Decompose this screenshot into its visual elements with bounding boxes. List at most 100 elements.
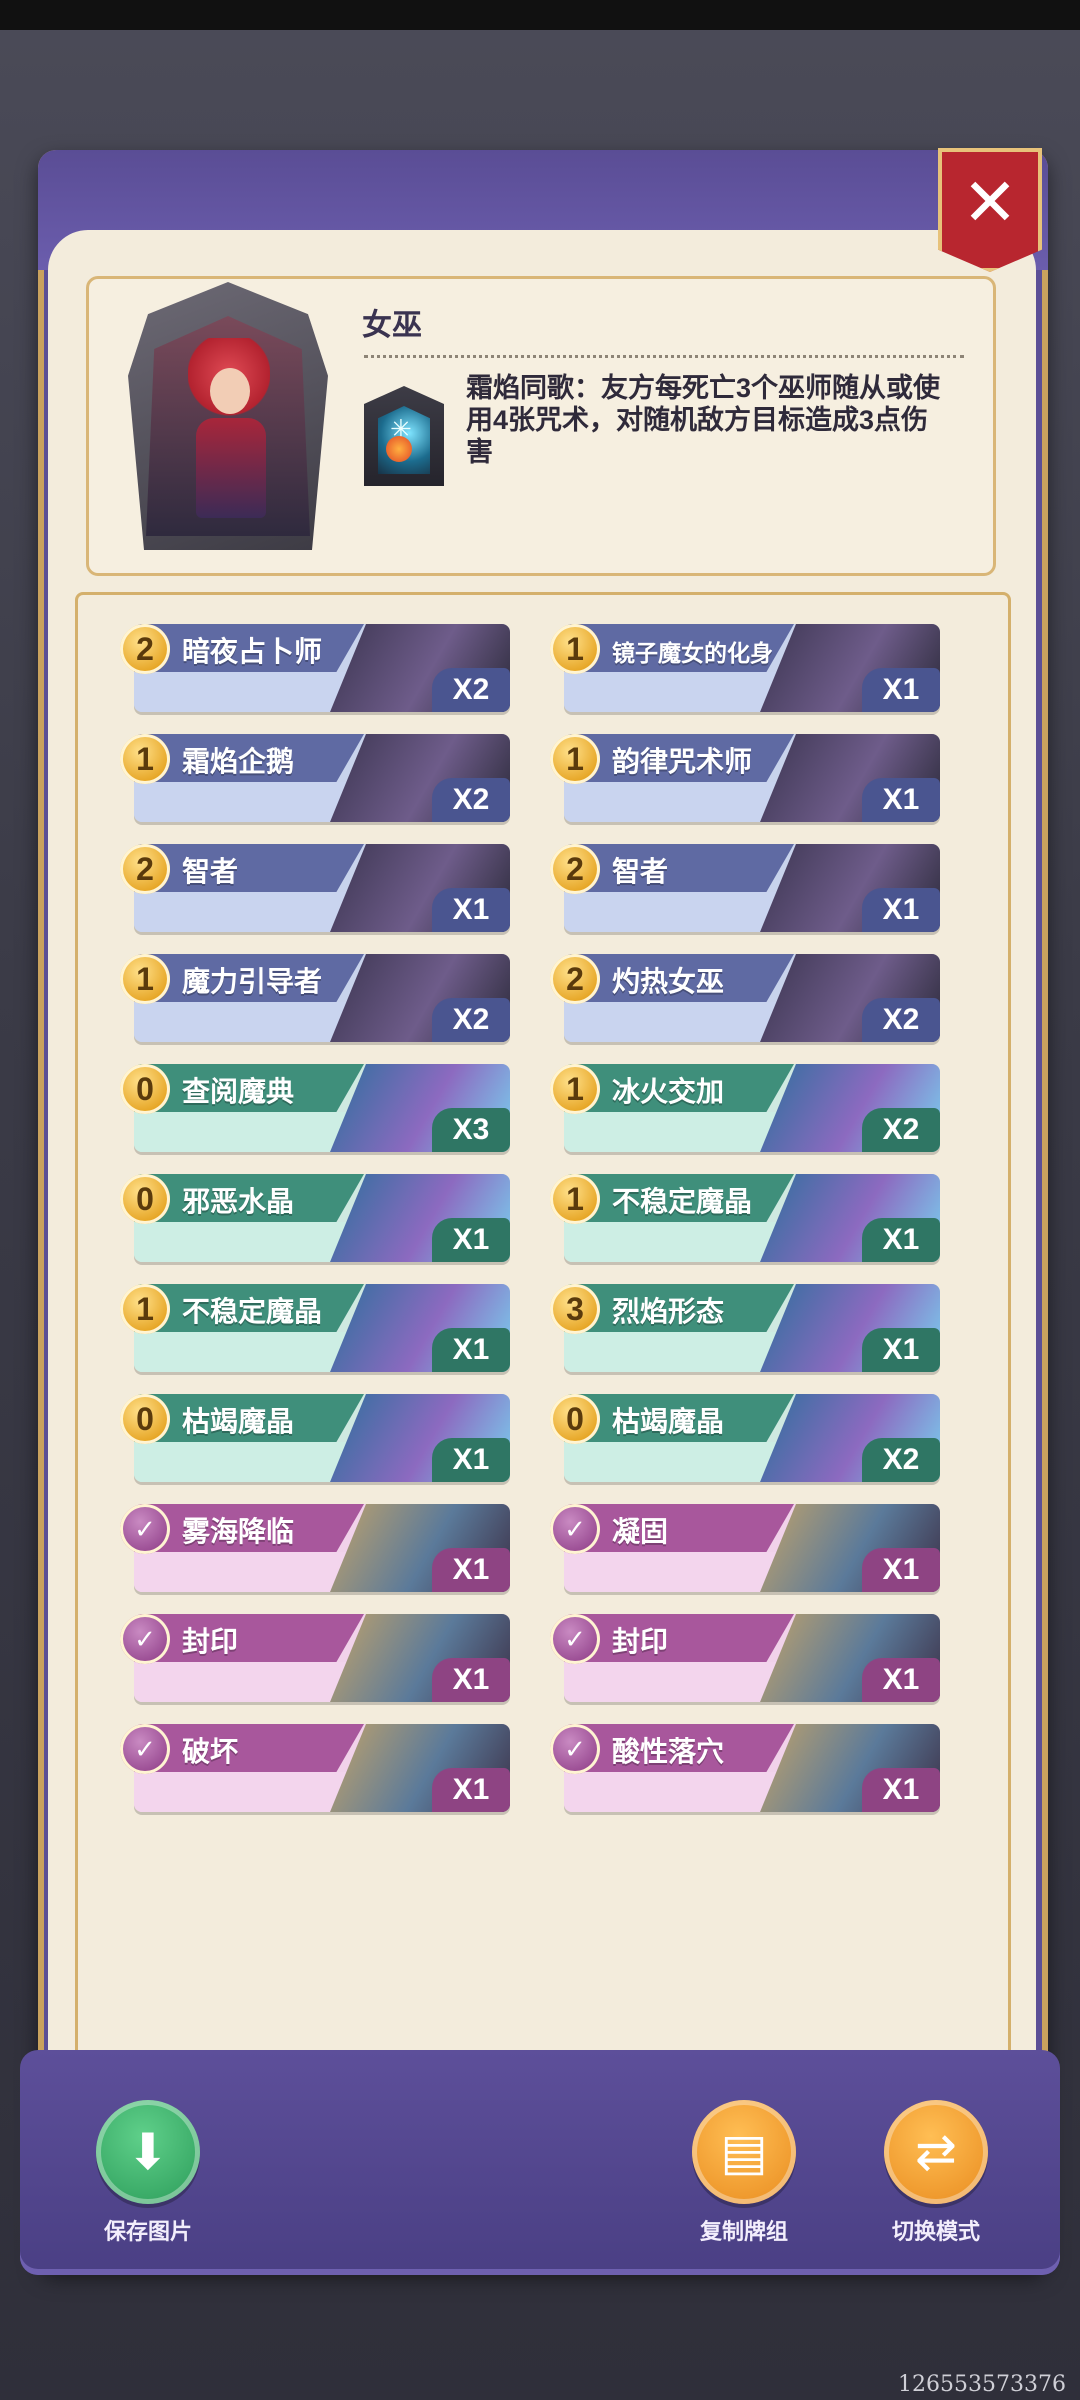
card-name: 酸性落穴 [612, 1736, 725, 1767]
deck-card[interactable]: 韵律咒术师 X1 1 [550, 732, 940, 824]
deck-card[interactable]: 封印 X1 ✓ [550, 1612, 940, 1704]
card-count: X3 [432, 1108, 510, 1152]
card-body: 暗夜占卜师 X2 [134, 624, 510, 712]
deck-card[interactable]: 雾海降临 X1 ✓ [120, 1502, 510, 1594]
card-count: X2 [862, 1108, 940, 1152]
card-name: 灼热女巫 [612, 966, 725, 997]
deck-card[interactable]: 霜焰企鹅 X2 1 [120, 732, 510, 824]
card-body: 查阅魔典 X3 [134, 1064, 510, 1152]
card-cost: 1 [120, 1284, 170, 1334]
card-cost: 1 [120, 734, 170, 784]
spell-cost-icon: ✓ [550, 1504, 600, 1554]
card-count: X1 [862, 1218, 940, 1262]
save-image-label: 保存图片 [103, 2219, 192, 2244]
card-name: 查阅魔典 [182, 1076, 295, 1107]
card-body: 凝固 X1 [564, 1504, 940, 1592]
deck-card[interactable]: 智者 X1 2 [550, 842, 940, 934]
card-count: X1 [432, 1438, 510, 1482]
card-name: 不稳定魔晶 [182, 1296, 323, 1327]
card-name: 霜焰企鹅 [182, 746, 295, 777]
deck-card[interactable]: 烈焰形态 X1 3 [550, 1282, 940, 1374]
card-body: 智者 X1 [134, 844, 510, 932]
card-count: X1 [432, 1658, 510, 1702]
card-cost: 1 [550, 734, 600, 784]
card-name: 智者 [182, 856, 239, 887]
card-body: 烈焰形态 X1 [564, 1284, 940, 1372]
card-name: 烈焰形态 [612, 1296, 725, 1327]
deck-card[interactable]: 魔力引导者 X2 1 [120, 952, 510, 1044]
card-body: 灼热女巫 X2 [564, 954, 940, 1042]
deck-card[interactable]: 暗夜占卜师 X2 2 [120, 622, 510, 714]
footer-id: 126553573376 [898, 2372, 1066, 2397]
card-count: X2 [862, 998, 940, 1042]
card-name: 暗夜占卜师 [182, 636, 323, 667]
spell-cost-icon: ✓ [120, 1614, 170, 1664]
card-count: X1 [432, 888, 510, 932]
hero-portrait-body [196, 418, 266, 518]
card-body: 霜焰企鹅 X2 [134, 734, 510, 822]
card-body: 邪恶水晶 X1 [134, 1174, 510, 1262]
download-icon[interactable]: ⬇ [96, 2100, 200, 2204]
card-count: X1 [862, 1768, 940, 1812]
card-body: 智者 X1 [564, 844, 940, 932]
switch-mode-label: 切换模式 [891, 2219, 980, 2244]
card-count: X1 [432, 1768, 510, 1812]
card-cost: 1 [550, 1174, 600, 1224]
deck-card[interactable]: 镜子魔女的化身 X1 1 [550, 622, 940, 714]
card-name: 封印 [182, 1626, 239, 1657]
close-button[interactable]: ✕ [938, 148, 1042, 272]
hero-portrait-face [210, 368, 250, 414]
save-image-button[interactable]: ⬇ 保存图片 [88, 2100, 208, 2246]
copy-deck-button[interactable]: ▤ 复制牌组 [684, 2100, 804, 2246]
card-cost: 0 [120, 1174, 170, 1224]
deck-card[interactable]: 冰火交加 X2 1 [550, 1062, 940, 1154]
spell-cost-icon: ✓ [550, 1614, 600, 1664]
deck-card[interactable]: 枯竭魔晶 X1 0 [120, 1392, 510, 1484]
copy-icon[interactable]: ▤ [692, 2100, 796, 2204]
card-count: X2 [432, 998, 510, 1042]
switch-mode-button[interactable]: ⇄ 切换模式 [876, 2100, 996, 2246]
card-count: X1 [432, 1548, 510, 1592]
card-body: 韵律咒术师 X1 [564, 734, 940, 822]
card-body: 不稳定魔晶 X1 [564, 1174, 940, 1262]
card-count: X1 [862, 1658, 940, 1702]
hero-skill-description: 霜焰同歌：友方每死亡3个巫师随从或使用4张咒术，对随机敌方目标造成3点伤害 [466, 373, 941, 467]
card-body: 破坏 X1 [134, 1724, 510, 1812]
deck-card[interactable]: 酸性落穴 X1 ✓ [550, 1722, 940, 1814]
card-count: X1 [862, 778, 940, 822]
deck-card[interactable]: 查阅魔典 X3 0 [120, 1062, 510, 1154]
card-name: 冰火交加 [612, 1076, 725, 1107]
deck-card[interactable]: 封印 X1 ✓ [120, 1612, 510, 1704]
card-count: X2 [862, 1438, 940, 1482]
deck-card[interactable]: 邪恶水晶 X1 0 [120, 1172, 510, 1264]
card-body: 封印 X1 [564, 1614, 940, 1702]
card-count: X1 [862, 888, 940, 932]
card-body: 镜子魔女的化身 X1 [564, 624, 940, 712]
swap-icon[interactable]: ⇄ [884, 2100, 988, 2204]
card-body: 枯竭魔晶 X2 [564, 1394, 940, 1482]
card-name: 韵律咒术师 [612, 746, 753, 777]
card-body: 魔力引导者 X2 [134, 954, 510, 1042]
deck-card[interactable]: 不稳定魔晶 X1 1 [550, 1172, 940, 1264]
card-count: X2 [432, 668, 510, 712]
card-count: X1 [862, 668, 940, 712]
card-body: 封印 X1 [134, 1614, 510, 1702]
card-count: X1 [862, 1328, 940, 1372]
card-cost: 2 [120, 844, 170, 894]
card-name: 凝固 [612, 1516, 669, 1547]
deck-card[interactable]: 破坏 X1 ✓ [120, 1722, 510, 1814]
deck-card[interactable]: 智者 X1 2 [120, 842, 510, 934]
card-cost: 2 [550, 954, 600, 1004]
deck-card[interactable]: 凝固 X1 ✓ [550, 1502, 940, 1594]
card-cost: 0 [120, 1064, 170, 1114]
flame-icon [386, 436, 412, 462]
card-body: 枯竭魔晶 X1 [134, 1394, 510, 1482]
card-name: 不稳定魔晶 [612, 1186, 753, 1217]
deck-card[interactable]: 灼热女巫 X2 2 [550, 952, 940, 1044]
card-count: X1 [862, 1548, 940, 1592]
card-body: 雾海降临 X1 [134, 1504, 510, 1592]
card-cost: 2 [550, 844, 600, 894]
card-name: 雾海降临 [182, 1516, 295, 1547]
deck-card[interactable]: 不稳定魔晶 X1 1 [120, 1282, 510, 1374]
deck-card[interactable]: 枯竭魔晶 X2 0 [550, 1392, 940, 1484]
